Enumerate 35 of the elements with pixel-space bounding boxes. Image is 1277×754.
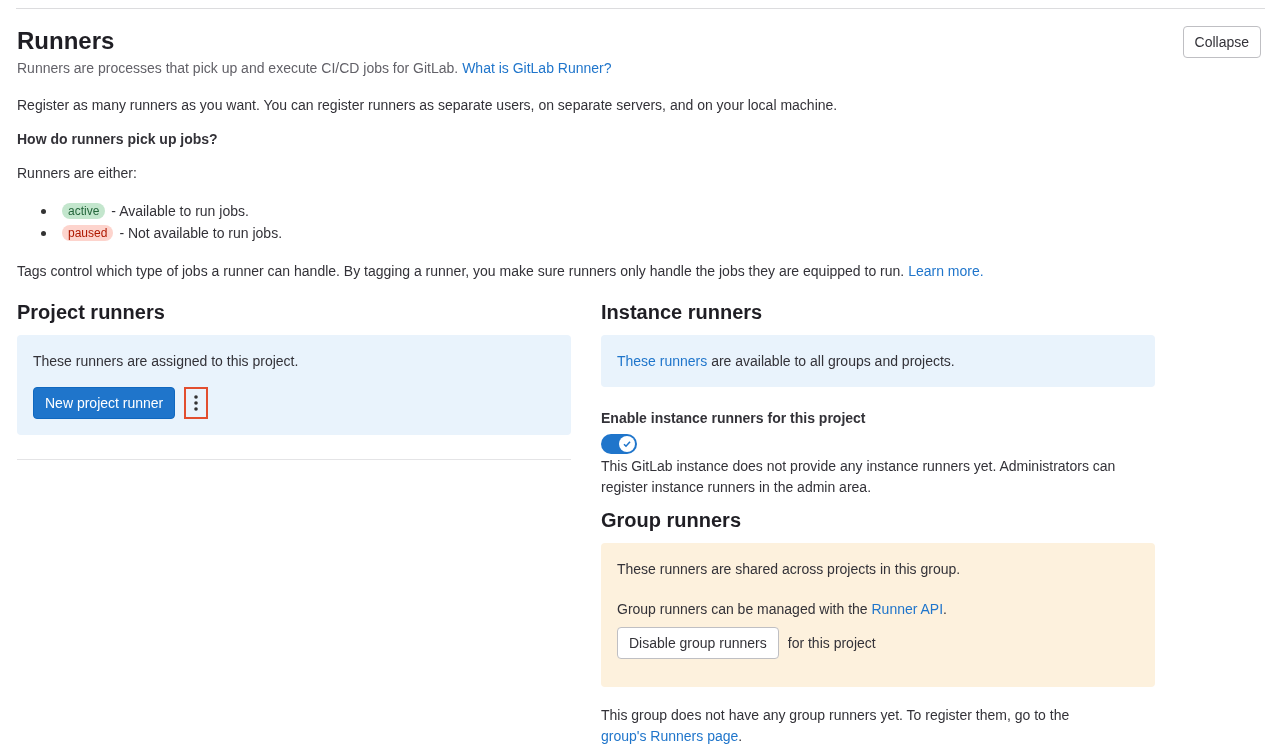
more-actions-button[interactable]: [184, 387, 209, 419]
link[interactable]: Runner API: [871, 601, 944, 617]
question-heading: How do runners pick up jobs?: [17, 130, 219, 149]
link[interactable]: group's Runners page: [601, 728, 739, 744]
link[interactable]: What is GitLab Runner?: [462, 60, 612, 76]
instance-runners-title: Instance runners: [601, 300, 764, 325]
link[interactable]: Learn more.: [908, 263, 984, 279]
group-runners-title: Group runners: [601, 508, 742, 533]
project-runners-title: Project runners: [17, 300, 166, 325]
instance-runners-note: This GitLab instance does not provide any instance runners yet. Administrators can register instance runners in the admin area.: [601, 457, 1117, 497]
bullet-icon: [41, 208, 46, 214]
status-description: - Not available to run jobs.: [119, 225, 282, 241]
toggle-label: Enable instance runners for this project: [601, 409, 867, 428]
checkmark-icon: [622, 439, 632, 449]
either-text: Runners are either:: [17, 164, 138, 183]
bullet-icon: [41, 230, 46, 236]
register-text: Register as many runners as you want. You can register runners as separate users, on separate servers, and on your local machine.: [17, 96, 839, 115]
status-description: - Available to run jobs.: [111, 203, 249, 219]
status-badge: active: [62, 203, 106, 219]
instance-runners-toggle[interactable]: [601, 434, 637, 454]
panel-text: Group runners can be managed with the Runner API.: [617, 600, 948, 619]
panel-text: These runners are shared across projects in this group.: [617, 560, 962, 579]
collapse-button[interactable]: Collapse: [1182, 26, 1261, 58]
group-runners-note: This group does not have any group runners yet. To register them, go to the group's Runners page.: [601, 706, 1071, 746]
disable-group-runners-button[interactable]: Disable group runners: [617, 627, 779, 659]
panel-text: These runners are available to all groups and projects.: [617, 352, 956, 371]
kebab-icon: [194, 395, 199, 411]
button-suffix-text: for this project: [787, 635, 876, 651]
intro-text: Runners are processes that pick up and execute CI/CD jobs for GitLab. What is GitLab Runner?: [17, 59, 613, 78]
section-title: Runners: [17, 26, 115, 56]
panel-text: These runners are assigned to this project.: [33, 352, 300, 371]
tags-text: Tags control which type of jobs a runner can handle. By tagging a runner, you make sure runners only handle the jobs they are equipped to run. Learn more.: [17, 262, 985, 281]
link[interactable]: These runners: [617, 353, 708, 369]
status-badge: paused: [62, 225, 114, 241]
new-project-runner-button[interactable]: New project runner: [33, 387, 176, 419]
